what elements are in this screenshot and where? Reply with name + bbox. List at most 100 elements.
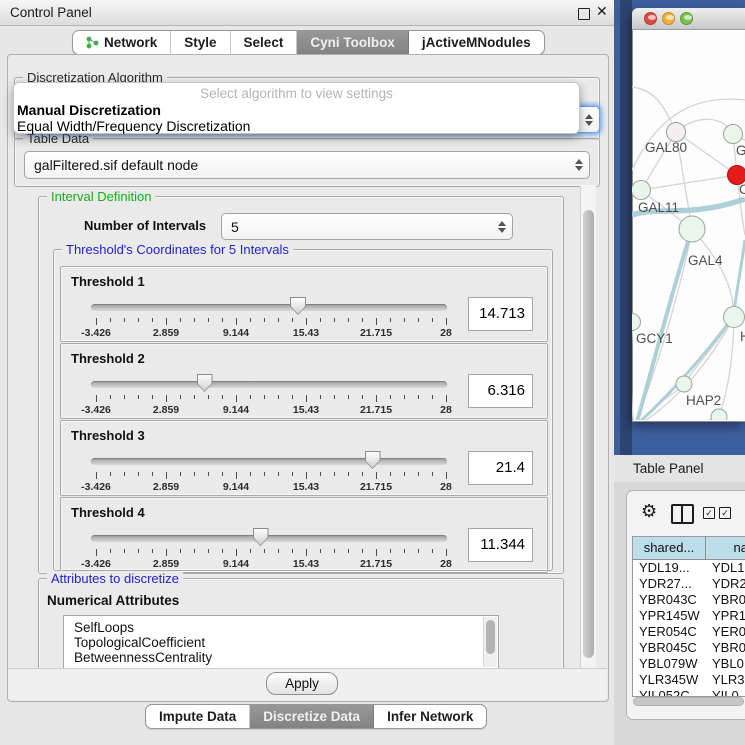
screen: Control Panel ✕ NetworkStyleSelectCyni T…: [0, 0, 745, 745]
tab-network[interactable]: Network: [73, 31, 171, 54]
column-header-name[interactable]: na: [706, 537, 745, 559]
threshold-4-slider[interactable]: -3.4262.8599.14415.4321.71528: [91, 532, 451, 568]
tab-infer-network[interactable]: Infer Network: [374, 705, 486, 728]
column-header-shared[interactable]: shared...: [633, 537, 706, 559]
combo-stepper-icon: [569, 159, 589, 171]
checkbox-icon[interactable]: ✓: [719, 507, 731, 519]
threshold-label: Threshold 4: [71, 505, 145, 520]
bottom-tab-bar: Impute DataDiscretize DataInfer Network: [145, 704, 487, 729]
attributes-group: Attributes to discretize Numerical Attri…: [38, 578, 564, 668]
combo-stepper-icon: [492, 221, 512, 233]
network-node-h[interactable]: [724, 307, 745, 328]
table-header-row: shared... na: [633, 537, 745, 560]
slider-thumb[interactable]: [365, 451, 381, 469]
number-of-intervals-label: Number of Intervals: [84, 218, 206, 233]
tab-cyni-toolbox[interactable]: Cyni Toolbox: [297, 31, 409, 54]
control-panel-titlebar: Control Panel ✕: [0, 0, 614, 26]
threshold-3-value-field[interactable]: 21.4: [468, 451, 533, 485]
float-window-icon[interactable]: [578, 8, 590, 20]
node-label: H: [740, 329, 745, 344]
node-table[interactable]: shared... na YDL19...YDL1YDR27...YDR2YBR…: [632, 536, 745, 697]
apply-button[interactable]: Apply: [266, 672, 338, 695]
network-node-gal4[interactable]: [679, 216, 705, 242]
table-row[interactable]: YER054CYER0: [633, 624, 745, 640]
tab-impute-data[interactable]: Impute Data: [146, 705, 250, 728]
node-label: C: [739, 182, 745, 197]
node-label: GAL4: [688, 253, 723, 268]
threshold-panel-4: Threshold 4 -3.4262.8599.14415.4321.71528…: [60, 497, 548, 573]
threshold-label: Threshold 1: [71, 274, 145, 289]
zoom-circle-icon[interactable]: [680, 12, 693, 25]
attribute-list-item[interactable]: BetweennessCentrality: [64, 650, 498, 665]
node-label: GCY1: [636, 331, 673, 346]
network-node-ga[interactable]: [724, 125, 743, 144]
network-icon: [86, 36, 99, 49]
table-data-combobox[interactable]: galFiltered.sif default node: [24, 151, 590, 179]
attribute-list-item[interactable]: SelfLoops: [64, 620, 498, 635]
threshold-4-value-field[interactable]: 11.344: [468, 528, 533, 562]
network-node-gal11[interactable]: [632, 181, 651, 200]
gear-icon[interactable]: ⚙: [641, 501, 657, 522]
network-node-gal80[interactable]: [667, 123, 686, 142]
algorithm-dropdown-popup: Select algorithm to view settings Manual…: [13, 82, 580, 134]
tab-jactivemnodules[interactable]: jActiveMNodules: [409, 31, 544, 54]
node-label: GA: [736, 143, 745, 158]
threshold-panel-1: Threshold 1 -3.4262.8599.14415.4321.71528…: [60, 266, 548, 342]
network-node-gcy1[interactable]: [632, 314, 641, 331]
number-of-intervals-combobox[interactable]: 5: [221, 213, 513, 240]
threshold-3-slider[interactable]: -3.4262.8599.14415.4321.71528: [91, 455, 451, 491]
numerical-attributes-list[interactable]: SelfLoopsTopologicalCoefficientBetweenne…: [63, 615, 499, 668]
threshold-label: Threshold 2: [71, 351, 145, 366]
table-row[interactable]: YDL19...YDL1: [633, 560, 745, 576]
table-horizontal-scrollbar[interactable]: [633, 697, 744, 706]
threshold-1-value-field[interactable]: 14.713: [468, 297, 533, 331]
settings-scroll-viewport: Interval Definition Number of Intervals …: [14, 186, 598, 668]
combo-stepper-icon: [579, 114, 599, 126]
desktop-background-shade: [620, 0, 632, 455]
attributes-group-title: Attributes to discretize: [47, 571, 183, 586]
slider-thumb[interactable]: [197, 374, 213, 392]
checkbox-icon[interactable]: ✓: [703, 507, 715, 519]
dropdown-option[interactable]: Manual Discretization: [14, 102, 579, 118]
table-row[interactable]: YBR045CYBR0: [633, 640, 745, 656]
table-panel-title: Table Panel: [633, 461, 704, 476]
table-row[interactable]: YPR145WYPR1: [633, 608, 745, 624]
tab-style[interactable]: Style: [171, 31, 230, 54]
table-row[interactable]: YBR043CYBR0: [633, 592, 745, 608]
threshold-panel-2: Threshold 2 -3.4262.8599.14415.4321.71528…: [60, 343, 548, 419]
split-columns-icon[interactable]: [671, 504, 694, 524]
thresholds-group-title: Threshold's Coordinates for 5 Intervals: [62, 242, 293, 257]
node-label: HAP2: [686, 393, 721, 408]
network-node-hap2[interactable]: [676, 376, 692, 392]
node-label: GAL11: [638, 200, 679, 215]
network-node[interactable]: [711, 409, 727, 420]
numerical-attributes-label: Numerical Attributes: [47, 593, 179, 608]
panel-title: Control Panel: [10, 5, 92, 20]
dropdown-option[interactable]: Equal Width/Frequency Discretization: [14, 118, 579, 134]
threshold-2-value-field[interactable]: 6.316: [468, 374, 533, 408]
table-row[interactable]: YLR345WYLR3: [633, 672, 745, 688]
attributes-list-scrollbar[interactable]: [483, 617, 497, 667]
tab-discretize-data[interactable]: Discretize Data: [250, 705, 374, 728]
threshold-label: Threshold 3: [71, 428, 145, 443]
interval-definition-group: Interval Definition Number of Intervals …: [38, 196, 564, 574]
tab-select[interactable]: Select: [231, 31, 298, 54]
slider-thumb[interactable]: [253, 528, 269, 546]
attribute-list-item[interactable]: TopologicalCoefficient: [64, 635, 498, 650]
close-circle-icon[interactable]: [644, 12, 657, 25]
node-label: GAL80: [645, 140, 687, 155]
table-row[interactable]: YIL052CYIL0: [633, 688, 745, 697]
table-row[interactable]: YDR27...YDR2: [633, 576, 745, 592]
threshold-2-slider[interactable]: -3.4262.8599.14415.4321.71528: [91, 378, 451, 414]
interval-definition-title: Interval Definition: [47, 189, 155, 204]
close-icon[interactable]: ✕: [596, 3, 608, 20]
threshold-panel-3: Threshold 3 -3.4262.8599.14415.4321.71528…: [60, 420, 548, 496]
slider-thumb[interactable]: [290, 297, 306, 315]
threshold-1-slider[interactable]: -3.4262.8599.14415.4321.71528: [91, 301, 451, 337]
table-row[interactable]: YBL079WYBL0: [633, 656, 745, 672]
dropdown-placeholder: Select algorithm to view settings: [14, 85, 579, 102]
network-canvas[interactable]: GAL80 GA C GAL11 GAL4 GCY1 H HAP2: [632, 29, 745, 420]
minimize-circle-icon[interactable]: [662, 12, 675, 25]
top-tab-bar: NetworkStyleSelectCyni ToolboxjActiveMNo…: [72, 30, 545, 55]
settings-vertical-scrollbar[interactable]: [580, 186, 596, 668]
